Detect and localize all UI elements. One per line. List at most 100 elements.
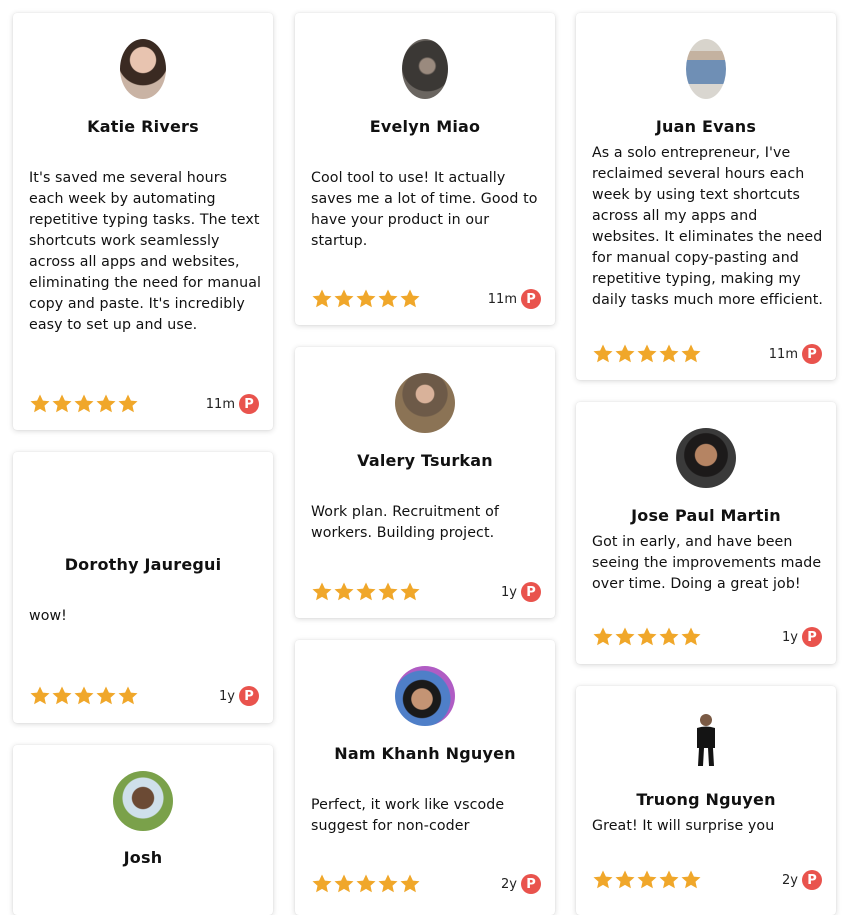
star-icon — [312, 289, 332, 308]
review-meta: 1y P — [501, 581, 541, 603]
star-icon — [615, 870, 635, 889]
star-icon — [356, 874, 376, 893]
reviewer-name: Katie Rivers — [87, 117, 199, 136]
avatar — [395, 373, 455, 433]
star-icon — [312, 874, 332, 893]
review-card: Josh — [13, 745, 273, 915]
rating-stars — [311, 873, 421, 895]
star-icon — [312, 582, 332, 601]
star-icon — [118, 394, 138, 413]
producthunt-icon[interactable]: P — [239, 686, 259, 706]
star-icon — [118, 686, 138, 705]
rating-stars — [29, 685, 139, 707]
star-icon — [334, 874, 354, 893]
rating-stars — [592, 343, 702, 365]
reviewer-name: Dorothy Jauregui — [64, 555, 222, 574]
avatar — [686, 39, 726, 99]
star-icon — [378, 582, 398, 601]
avatar — [676, 428, 736, 488]
review-time: 2y — [782, 872, 798, 888]
review-card: Jose Paul Martin Got in early, and have … — [576, 402, 836, 664]
rating-stars — [592, 626, 702, 648]
producthunt-icon[interactable]: P — [239, 394, 259, 414]
star-icon — [52, 394, 72, 413]
star-icon — [30, 394, 50, 413]
review-time: 1y — [219, 688, 235, 704]
star-icon — [356, 582, 376, 601]
review-meta: 2y P — [501, 873, 541, 895]
reviewer-name: Josh — [123, 848, 163, 867]
review-meta: 1y P — [782, 626, 822, 648]
review-card: Nam Khanh Nguyen Perfect, it work like v… — [295, 640, 555, 915]
review-card: Truong Nguyen Great! It will surprise yo… — [576, 686, 836, 915]
review-card: Valery Tsurkan Work plan. Recruitment of… — [295, 347, 555, 618]
review-time: 11m — [487, 291, 517, 307]
avatar — [691, 712, 721, 768]
review-text: wow! — [29, 608, 67, 624]
star-icon — [659, 870, 679, 889]
star-icon — [637, 870, 657, 889]
star-icon — [400, 874, 420, 893]
rating-stars — [592, 869, 702, 891]
review-card: Dorothy Jauregui wow! 1y P — [13, 452, 273, 723]
star-icon — [615, 344, 635, 363]
star-icon — [593, 627, 613, 646]
review-text: Perfect, it work like vscode suggest for… — [311, 797, 505, 834]
review-time: 1y — [501, 584, 517, 600]
reviewer-name: Evelyn Miao — [369, 117, 481, 136]
review-card: Juan Evans As a solo entrepreneur, I've … — [576, 13, 836, 380]
star-icon — [681, 627, 701, 646]
avatar — [395, 666, 455, 726]
star-icon — [659, 627, 679, 646]
review-meta: 11m P — [206, 393, 259, 415]
reviewer-name: Juan Evans — [655, 117, 757, 136]
avatar — [113, 478, 173, 538]
star-icon — [593, 344, 613, 363]
star-icon — [378, 289, 398, 308]
producthunt-icon[interactable]: P — [521, 582, 541, 602]
reviewer-name: Valery Tsurkan — [357, 451, 493, 470]
review-time: 1y — [782, 629, 798, 645]
review-text: Cool tool to use! It actually saves me a… — [311, 170, 538, 249]
star-icon — [637, 344, 657, 363]
review-meta: 2y P — [782, 869, 822, 891]
rating-stars — [311, 288, 421, 310]
review-meta: 11m P — [488, 288, 541, 310]
review-card: Katie Rivers It's saved me several hours… — [13, 13, 273, 430]
producthunt-icon[interactable]: P — [521, 874, 541, 894]
producthunt-icon[interactable]: P — [802, 627, 822, 647]
star-icon — [30, 686, 50, 705]
star-icon — [400, 582, 420, 601]
star-icon — [334, 289, 354, 308]
star-icon — [74, 686, 94, 705]
reviewer-name: Nam Khanh Nguyen — [334, 744, 516, 763]
star-icon — [74, 394, 94, 413]
producthunt-icon[interactable]: P — [521, 289, 541, 309]
review-meta: 1y P — [219, 685, 259, 707]
star-icon — [681, 870, 701, 889]
rating-stars — [311, 581, 421, 603]
star-icon — [681, 344, 701, 363]
star-icon — [334, 582, 354, 601]
review-text: As a solo entrepreneur, I've reclaimed s… — [592, 145, 824, 308]
rating-stars — [29, 393, 139, 415]
review-text: Got in early, and have been seeing the i… — [592, 534, 822, 592]
star-icon — [52, 686, 72, 705]
review-card: Evelyn Miao Cool tool to use! It actuall… — [295, 13, 555, 325]
avatar — [120, 39, 166, 99]
star-icon — [96, 394, 116, 413]
avatar — [402, 39, 448, 99]
review-time: 11m — [205, 396, 235, 412]
avatar — [113, 771, 173, 831]
producthunt-icon[interactable]: P — [802, 344, 822, 364]
star-icon — [593, 870, 613, 889]
star-icon — [378, 874, 398, 893]
star-icon — [356, 289, 376, 308]
review-time: 11m — [768, 346, 798, 362]
review-time: 2y — [501, 876, 517, 892]
review-text: Great! It will surprise you — [592, 818, 775, 834]
producthunt-icon[interactable]: P — [802, 870, 822, 890]
review-meta: 11m P — [769, 343, 822, 365]
reviewer-name: Jose Paul Martin — [631, 506, 781, 525]
star-icon — [400, 289, 420, 308]
